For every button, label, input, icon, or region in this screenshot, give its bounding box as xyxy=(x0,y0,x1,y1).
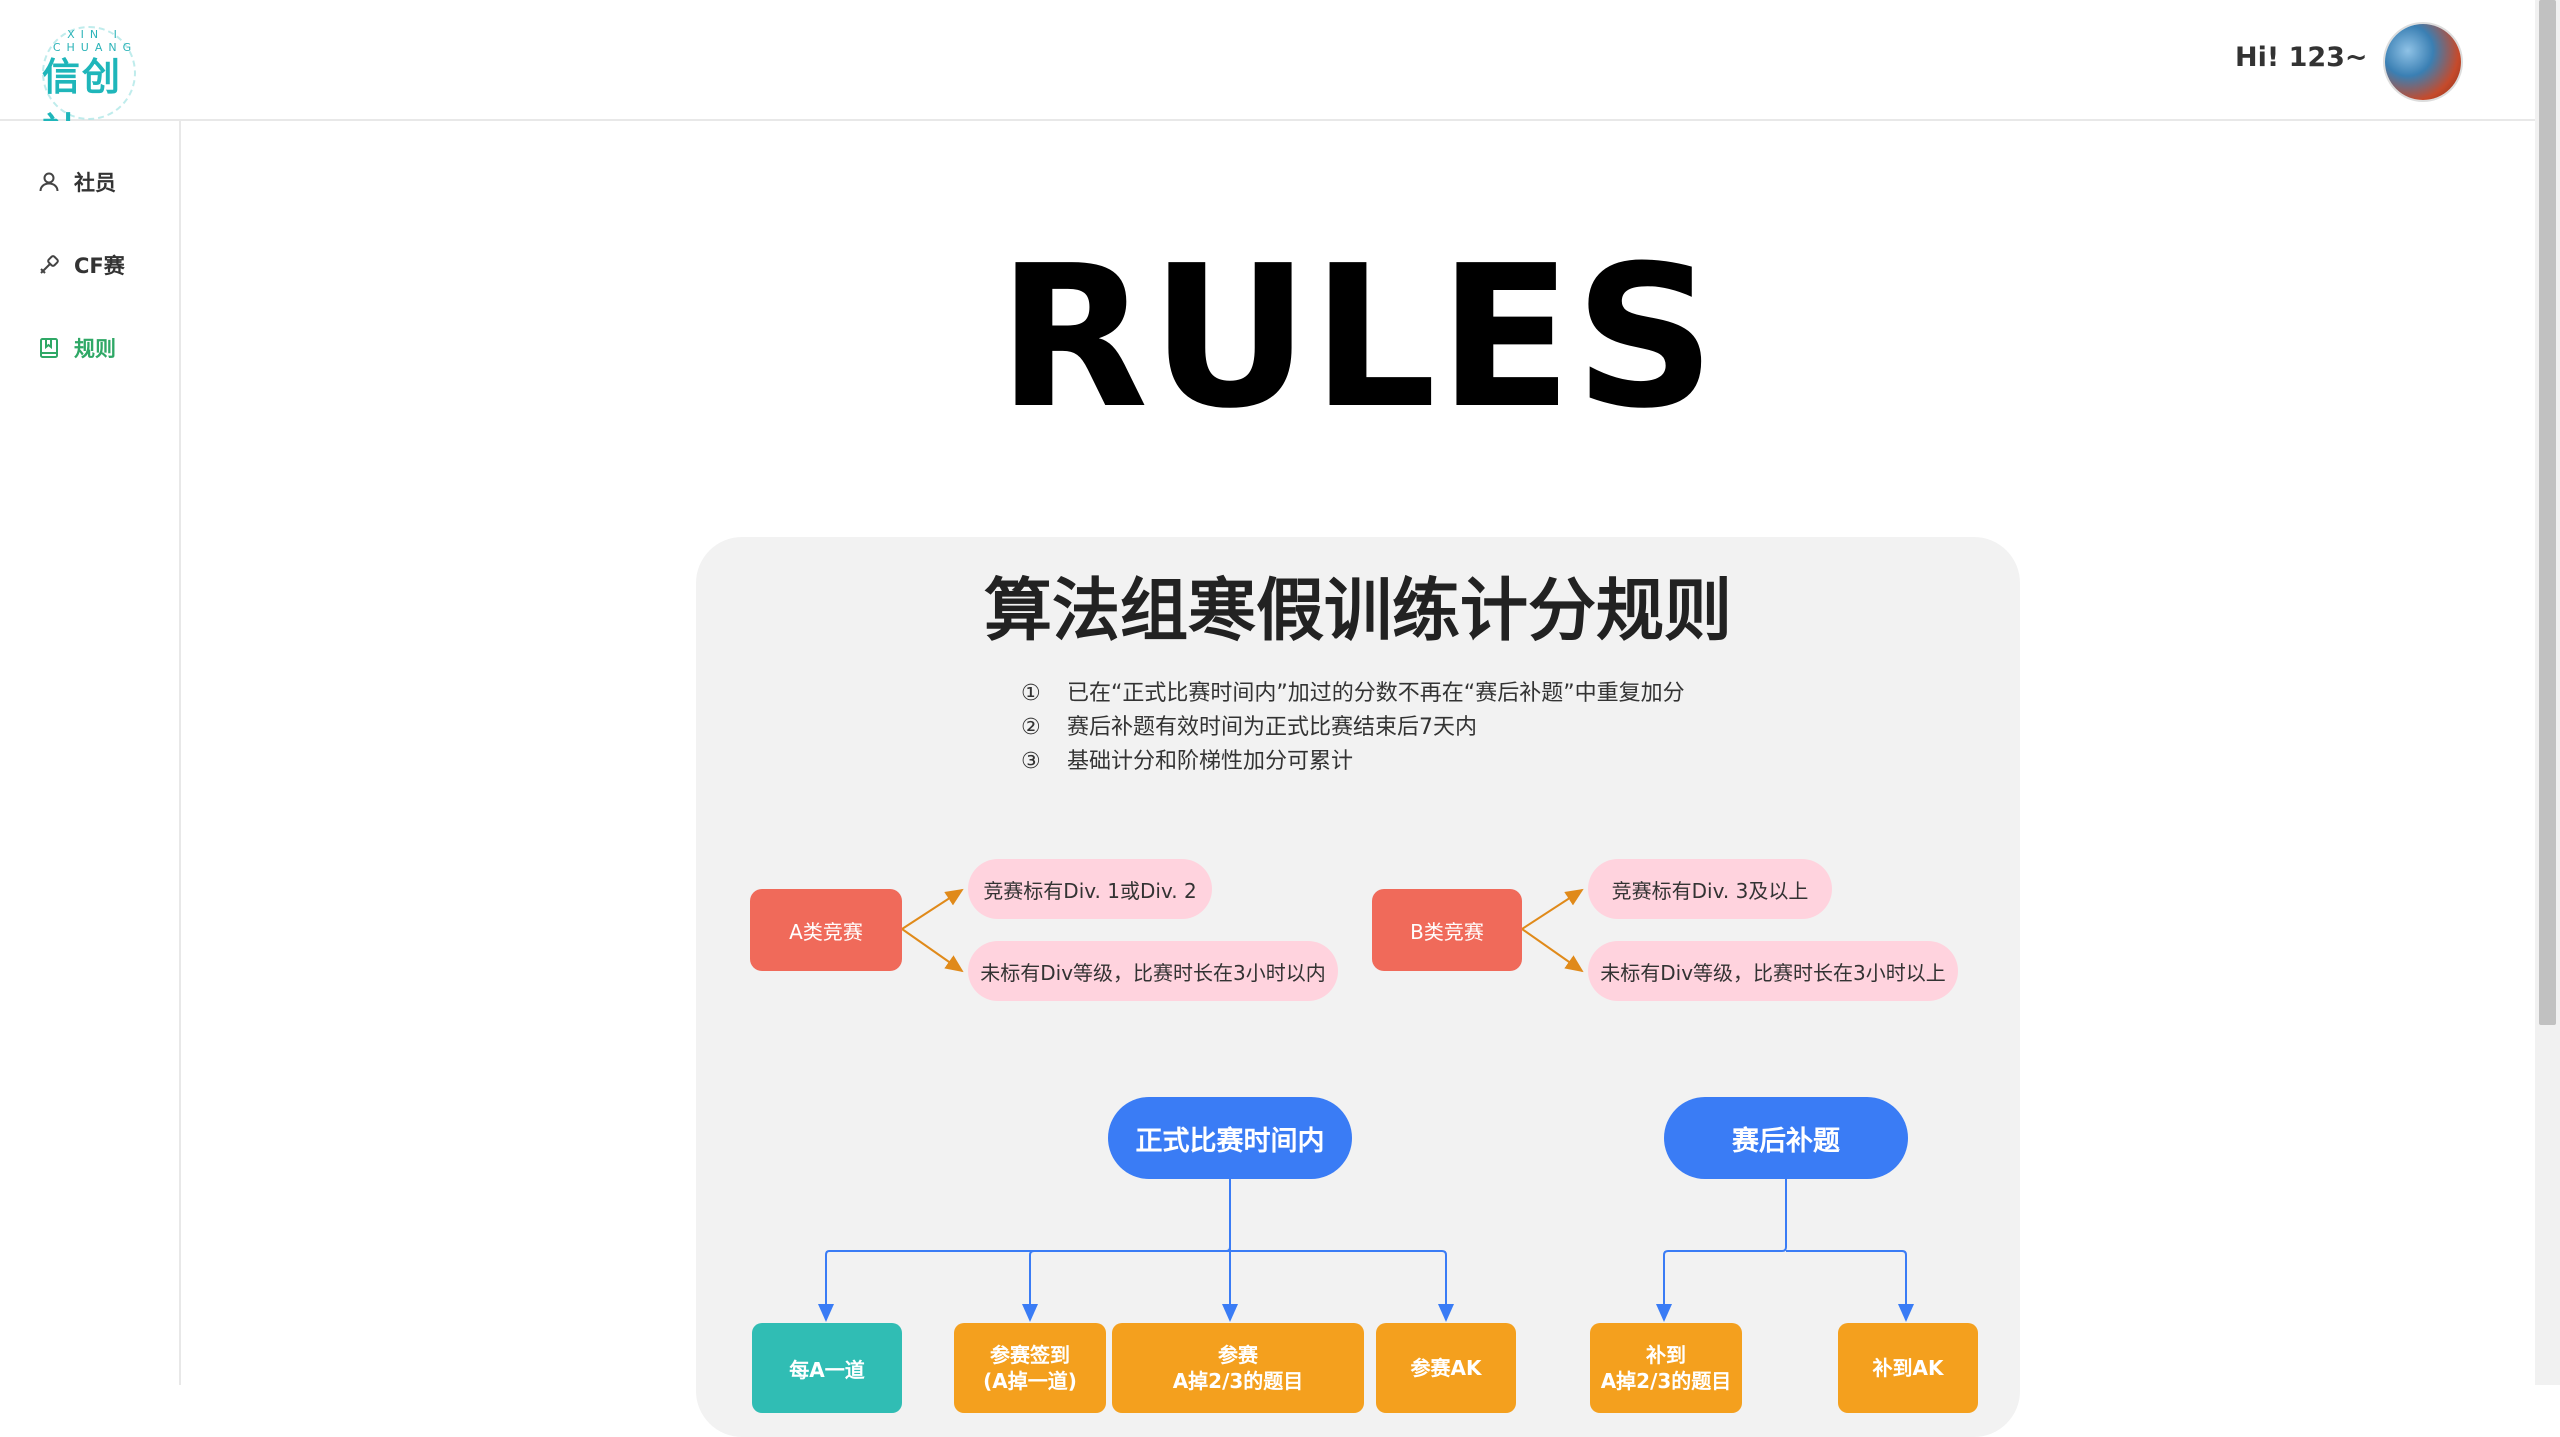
book-icon xyxy=(36,335,62,361)
leaf-node: 补到 A掉2/3的题目 xyxy=(1590,1323,1742,1413)
rules-card: 算法组寒假训练计分规则 ① 已在“正式比赛时间内”加过的分数不再在“赛后补题”中重… xyxy=(696,537,2020,1437)
leaf-node: 参赛签到 (A掉一道) xyxy=(954,1323,1106,1413)
avatar[interactable] xyxy=(2385,24,2461,100)
page-title: RULES xyxy=(997,224,1718,452)
class-b-condition: 未标有Div等级，比赛时长在3小时以上 xyxy=(1588,941,1958,1001)
scrollbar-thumb[interactable] xyxy=(2539,0,2556,1025)
class-a-box: A类竞赛 xyxy=(750,889,902,971)
wrench-icon xyxy=(36,252,62,278)
leaf-node: 参赛AK xyxy=(1376,1323,1516,1413)
sidebar-item-label: 规则 xyxy=(74,337,116,361)
sidebar: 社员 CF赛 规则 xyxy=(0,121,181,1385)
class-b-box: B类竞赛 xyxy=(1372,889,1522,971)
contest-time-node: 正式比赛时间内 xyxy=(1108,1097,1352,1179)
class-a-condition: 未标有Div等级，比赛时长在3小时以内 xyxy=(968,941,1338,1001)
class-a-condition: 竞赛标有Div. 1或Div. 2 xyxy=(968,859,1212,919)
sidebar-item-label: CF赛 xyxy=(74,254,125,278)
top-header: XIN I CHUANG 信创社 Hi! 123~ xyxy=(0,0,2535,154)
sidebar-item-members[interactable]: 社员 xyxy=(36,164,116,200)
leaf-node: 补到AK xyxy=(1838,1323,1978,1413)
sidebar-item-cf[interactable]: CF赛 xyxy=(36,247,125,283)
leaf-node: 参赛 A掉2/3的题目 xyxy=(1112,1323,1364,1413)
class-b-condition: 竞赛标有Div. 3及以上 xyxy=(1588,859,1832,919)
after-contest-node: 赛后补题 xyxy=(1664,1097,1908,1179)
scrollbar[interactable] xyxy=(2535,0,2560,1385)
leaf-node: 每A一道 xyxy=(752,1323,902,1413)
sidebar-item-label: 社员 xyxy=(74,171,116,195)
user-icon xyxy=(36,169,62,195)
logo[interactable]: XIN I CHUANG 信创社 xyxy=(28,22,158,154)
sidebar-item-rules[interactable]: 规则 xyxy=(36,330,116,366)
user-greeting: Hi! 123~ xyxy=(2235,42,2368,73)
